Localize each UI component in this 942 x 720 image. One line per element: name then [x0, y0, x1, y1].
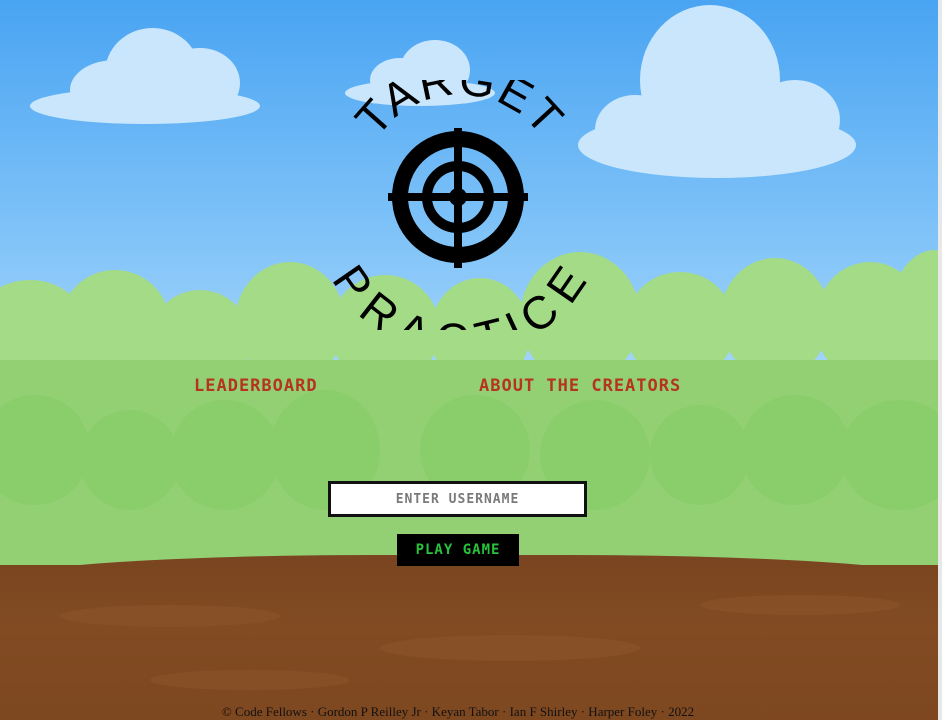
game-logo: TARGET PRACTICE — [330, 80, 590, 330]
scrollbar-track[interactable] — [938, 0, 942, 720]
crosshair-target-icon — [388, 128, 528, 268]
footer-credits: © Code Fellows · Gordon P Reilley Jr · K… — [221, 704, 695, 719]
dirt-ground — [0, 565, 942, 720]
username-input[interactable] — [328, 481, 587, 517]
about-creators-link[interactable]: ABOUT THE CREATORS — [479, 376, 681, 396]
leaderboard-link[interactable]: LEADERBOARD — [194, 376, 318, 396]
play-game-button[interactable]: PLAY GAME — [397, 534, 519, 566]
